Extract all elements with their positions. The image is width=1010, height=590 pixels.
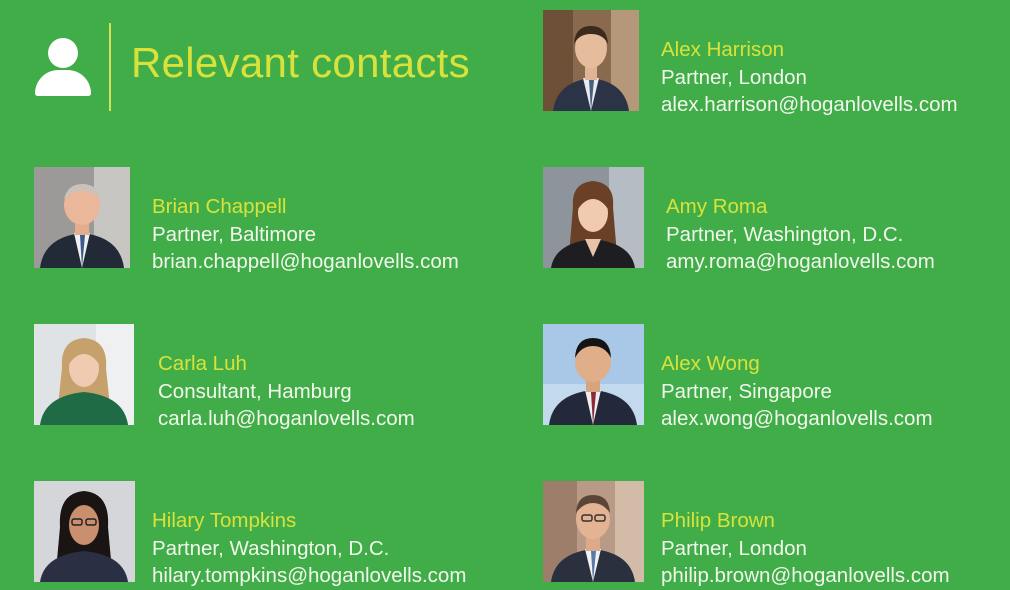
contact-photo <box>543 481 644 582</box>
person-icon <box>34 38 92 96</box>
contact-name: Brian Chappell <box>152 195 287 218</box>
page-title: Relevant contacts <box>131 39 470 86</box>
contact-photo <box>543 324 644 425</box>
contact-name: Alex Harrison <box>661 38 785 61</box>
contact-photo <box>543 10 639 111</box>
contact-photo <box>34 481 135 582</box>
contact-email-link[interactable]: carla.luh@hoganlovells.com <box>158 405 415 433</box>
contact-email-link[interactable]: amy.roma@hoganlovells.com <box>666 248 935 276</box>
contact-photo <box>543 167 644 268</box>
contact-role: Consultant, Hamburg <box>158 379 352 403</box>
contact-role: Partner, Singapore <box>661 379 832 403</box>
contact-name: Alex Wong <box>661 352 760 375</box>
contact-photo <box>34 324 134 425</box>
contact-role: Partner, Washington, D.C. <box>666 222 904 246</box>
contact-photo <box>34 167 130 268</box>
contact-role: Partner, London <box>661 536 807 560</box>
contact-email-link[interactable]: hilary.tompkins@hoganlovells.com <box>152 562 466 590</box>
header-divider <box>109 23 111 111</box>
contact-email-link[interactable]: alex.harrison@hoganlovells.com <box>661 91 958 119</box>
contact-name: Amy Roma <box>666 195 768 218</box>
contact-name: Philip Brown <box>661 509 775 532</box>
section-header: Relevant contacts <box>34 22 470 112</box>
contact-role: Partner, Washington, D.C. <box>152 536 390 560</box>
contact-role: Partner, London <box>661 65 807 89</box>
contact-name: Hilary Tompkins <box>152 509 297 532</box>
contact-name: Carla Luh <box>158 352 247 375</box>
contact-email-link[interactable]: philip.brown@hoganlovells.com <box>661 562 950 590</box>
contact-role: Partner, Baltimore <box>152 222 317 246</box>
contact-email-link[interactable]: alex.wong@hoganlovells.com <box>661 405 933 433</box>
contact-email-link[interactable]: brian.chappell@hoganlovells.com <box>152 248 459 276</box>
